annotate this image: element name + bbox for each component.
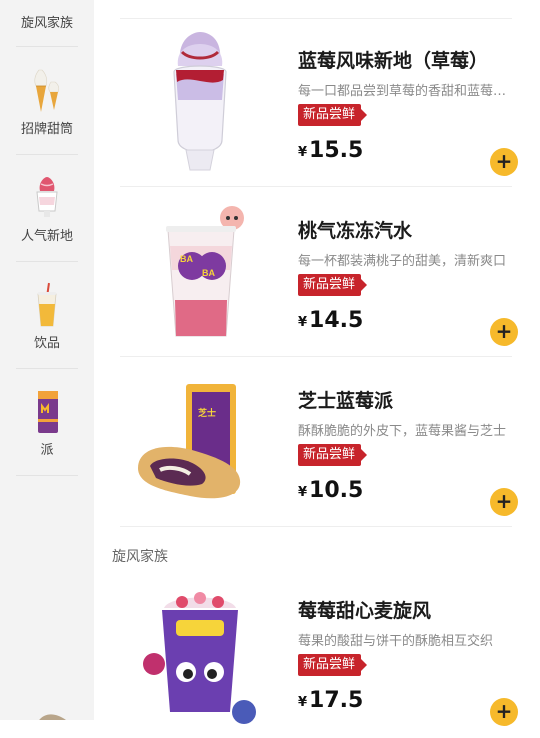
sidebar-item-label: 旋风家族: [20, 16, 73, 31]
sundae-icon: [36, 177, 58, 217]
sidebar-item-drinks[interactable]: 饮品: [0, 282, 94, 351]
price-amount: 17.5: [309, 688, 364, 713]
product-image-blueberry-sundae: [173, 32, 227, 171]
new-badge: 新品尝鲜: [298, 104, 368, 126]
product-description: 每一口都品尝到草莓的香甜和蓝莓的清新: [298, 84, 510, 99]
product-card[interactable]: 蓝莓风味新地（草莓） 每一口都品尝到草莓的香甜和蓝莓的清新 新品尝鲜 ¥15.5…: [120, 20, 518, 188]
currency-symbol: ¥: [298, 485, 308, 500]
currency-symbol: ¥: [298, 145, 308, 160]
add-to-cart-button[interactable]: +: [490, 318, 518, 346]
svg-text:芝士: 芝士: [198, 407, 216, 418]
sidebar-item-mcflurry[interactable]: 旋风家族: [0, 0, 94, 31]
currency-symbol: ¥: [298, 315, 308, 330]
price-amount: 15.5: [309, 138, 364, 163]
divider: [16, 46, 78, 47]
divider: [120, 18, 512, 19]
add-to-cart-button[interactable]: +: [490, 148, 518, 176]
divider: [16, 368, 78, 369]
divider: [120, 186, 512, 187]
price-amount: 10.5: [309, 478, 364, 503]
add-to-cart-button[interactable]: +: [490, 698, 518, 726]
new-badge: 新品尝鲜: [298, 274, 368, 296]
sidebar-item-cones[interactable]: 招牌甜筒: [0, 68, 94, 137]
divider: [120, 356, 512, 357]
divider: [16, 475, 78, 476]
divider: [16, 261, 78, 262]
svg-text:BA: BA: [202, 268, 215, 278]
product-description: 酥酥脆脆的外皮下，蓝莓果酱与芝士: [298, 424, 507, 439]
currency-symbol: ¥: [298, 695, 308, 710]
svg-text:BA: BA: [180, 254, 193, 264]
product-card[interactable]: 莓莓甜心麦旋风 莓果的酸甜与饼干的酥脆相互交织 新品尝鲜 ¥17.5 +: [120, 570, 518, 738]
product-description: 莓果的酸甜与饼干的酥脆相互交织: [298, 634, 494, 649]
sidebar-item-label: 招牌甜筒: [20, 122, 73, 137]
mcflurry-icon: [30, 0, 64, 8]
pie-box-icon: [38, 391, 58, 433]
next-category-icon: [39, 714, 66, 720]
ice-cream-cone-icon: [34, 69, 60, 112]
product-name: 芝士蓝莓派: [298, 390, 394, 412]
product-card[interactable]: BA BA 桃气冻冻汽水 每一杯都装满桃子的甜美，清新爽口 新品尝鲜 ¥14.5…: [120, 190, 518, 358]
sidebar-item-label: 人气新地: [20, 229, 73, 244]
product-image-cheese-blueberry-pie: 芝士: [138, 384, 241, 499]
product-name: 桃气冻冻汽水: [298, 220, 413, 242]
product-description: 每一杯都装满桃子的甜美，清新爽口: [298, 254, 507, 269]
product-image-peach-soda: BA BA: [166, 206, 244, 337]
product-name: 蓝莓风味新地（草莓）: [298, 50, 489, 72]
sidebar-item-pie[interactable]: 派: [0, 389, 94, 458]
product-price: ¥14.5: [298, 308, 363, 333]
section-title: 旋风家族: [112, 549, 168, 565]
product-price: ¥10.5: [298, 478, 363, 503]
new-badge: 新品尝鲜: [298, 444, 368, 466]
sidebar-item-label: 饮品: [33, 336, 60, 351]
divider: [120, 526, 512, 527]
category-sidebar: 旋风家族 招牌甜筒 人气新地 饮品 派: [0, 0, 94, 720]
product-price: ¥17.5: [298, 688, 363, 713]
add-to-cart-button[interactable]: +: [490, 488, 518, 516]
divider: [16, 154, 78, 155]
product-card[interactable]: 芝士 芝士蓝莓派 酥酥脆脆的外皮下，蓝莓果酱与芝士 新品尝鲜 ¥10.5 +: [120, 360, 518, 528]
new-badge: 新品尝鲜: [298, 654, 368, 676]
sidebar-item-label: 派: [40, 443, 54, 458]
drink-cup-icon: [37, 282, 57, 327]
product-name: 莓莓甜心麦旋风: [298, 600, 432, 622]
product-price: ¥15.5: [298, 138, 363, 163]
sidebar-item-sundae[interactable]: 人气新地: [0, 175, 94, 244]
product-image-berry-mcflurry: [143, 592, 256, 724]
price-amount: 14.5: [309, 308, 364, 333]
